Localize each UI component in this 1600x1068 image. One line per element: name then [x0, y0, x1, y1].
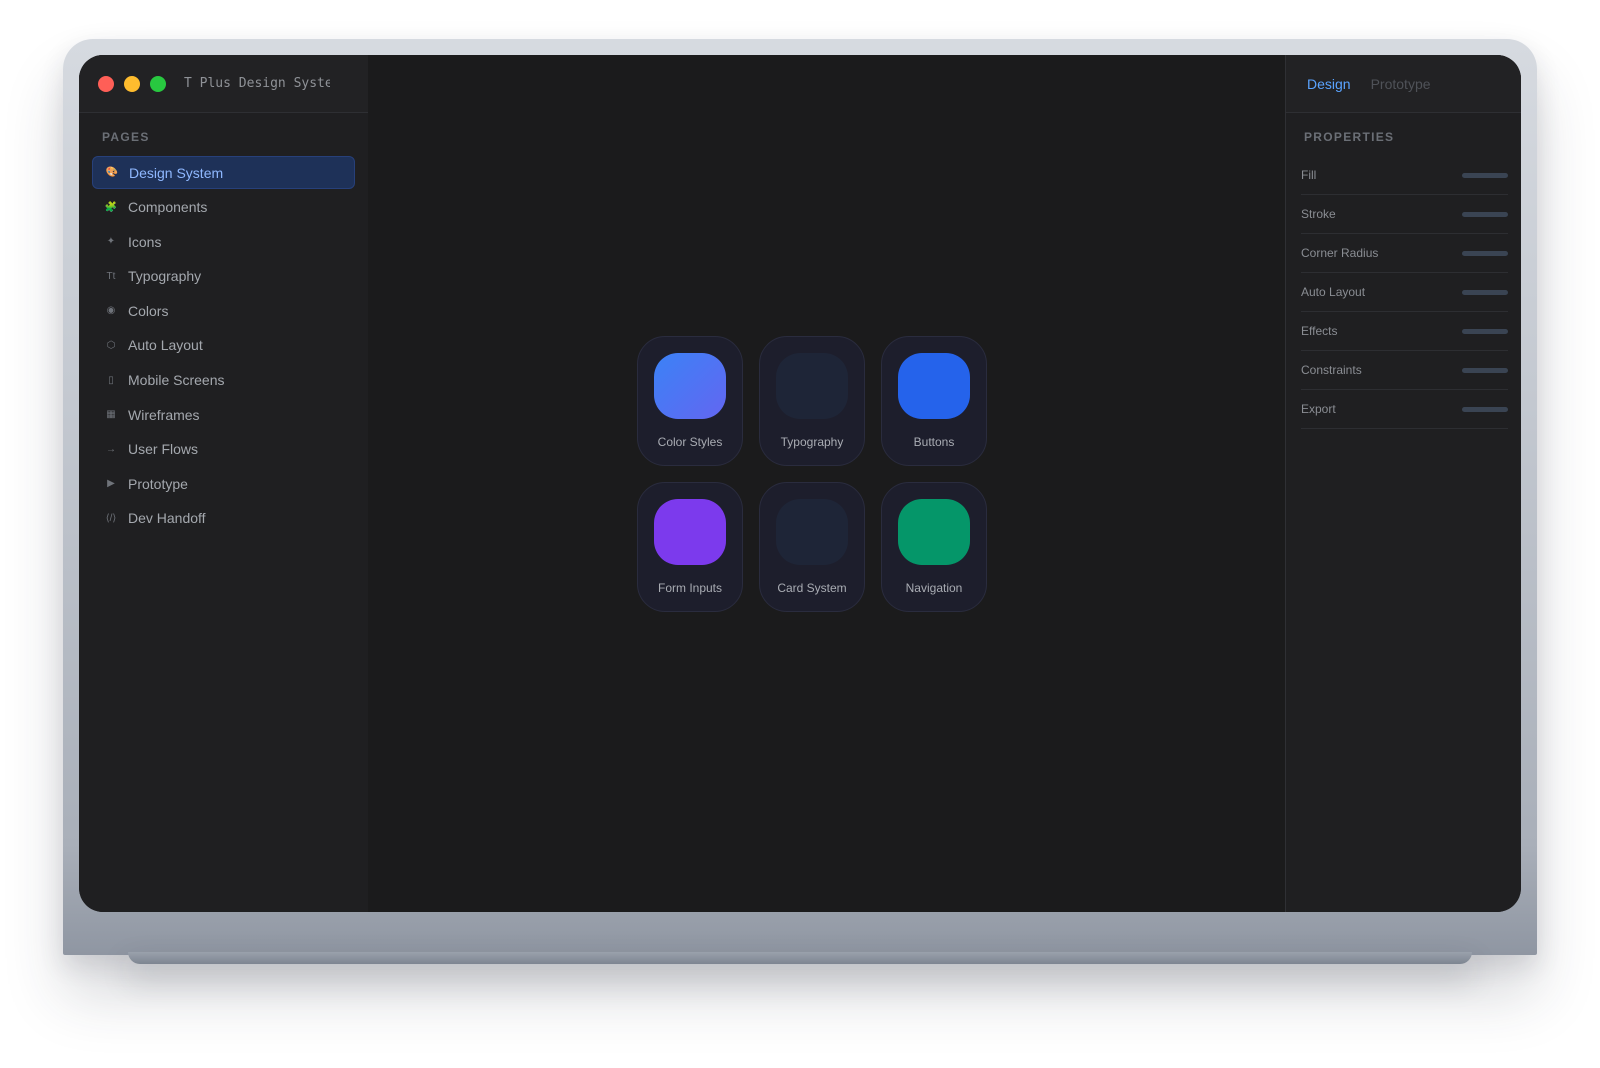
pages-list: 🎨 Design System 🧩 Components ✦ Icons Tt Typogra… — [79, 156, 368, 535]
sidebar-item-wireframes[interactable]: ▦ Wireframes — [92, 398, 355, 431]
panel-tabs: Design Prototype — [1286, 55, 1521, 113]
left-sidebar: T Plus Design Syste PAGES 🎨 Design System… — [79, 55, 369, 912]
sidebar-item-label: Mobile Screens — [128, 372, 225, 389]
close-button[interactable] — [98, 75, 114, 92]
property-row-auto-layout[interactable]: Auto Layout — [1301, 273, 1508, 312]
laptop-base — [128, 952, 1472, 964]
property-row-effects[interactable]: Effects — [1301, 312, 1508, 351]
code-icon: ⟨/⟩ — [105, 512, 117, 524]
sidebar-item-label: Auto Layout — [128, 337, 203, 354]
buttons-swatch-icon — [898, 353, 970, 419]
tile-buttons[interactable]: Buttons — [881, 336, 987, 466]
sidebar-item-label: Colors — [128, 302, 169, 319]
sidebar-item-label: Dev Handoff — [128, 510, 206, 527]
puzzle-icon: 🧩 — [104, 201, 118, 213]
tile-label: Color Styles — [657, 435, 723, 449]
minimize-button[interactable] — [124, 75, 140, 92]
sidebar-item-prototype[interactable]: ▶ Prototype — [92, 467, 355, 500]
property-label: Stroke — [1301, 207, 1336, 221]
sidebar-item-label: Typography — [128, 268, 202, 285]
mobile-icon: ▯ — [108, 374, 114, 386]
circle-icon: ◉ — [106, 305, 116, 317]
sidebar-item-mobile-screens[interactable]: ▯ Mobile Screens — [92, 364, 355, 397]
sidebar-item-label: Prototype — [128, 475, 188, 492]
card-system-swatch-icon — [776, 499, 848, 565]
title-bar: T Plus Design Syste — [79, 55, 368, 113]
property-row-export[interactable]: Export — [1301, 390, 1508, 429]
typography-swatch-icon — [776, 353, 848, 419]
sidebar-item-auto-layout[interactable]: ⬡ Auto Layout — [92, 329, 355, 362]
sidebar-item-icons[interactable]: ✦ Icons — [92, 225, 355, 258]
navigation-swatch-icon — [898, 499, 970, 565]
property-label: Corner Radius — [1301, 246, 1379, 260]
tile-label: Typography — [780, 435, 844, 449]
property-label: Fill — [1301, 168, 1317, 182]
tile-label: Buttons — [913, 435, 955, 449]
properties-panel: Design Prototype PROPERTIES Fill Stroke Cor… — [1285, 55, 1521, 912]
maximize-button[interactable] — [150, 75, 166, 92]
property-value-placeholder — [1462, 406, 1508, 412]
property-row-corner-radius[interactable]: Corner Radius — [1301, 234, 1508, 273]
palette-icon: 🎨 — [105, 167, 119, 178]
sidebar-item-user-flows[interactable]: → User Flows — [92, 433, 355, 466]
property-label: Constraints — [1301, 363, 1362, 377]
property-row-constraints[interactable]: Constraints — [1301, 351, 1508, 390]
property-label: Auto Layout — [1301, 285, 1366, 299]
app-window: T Plus Design Syste PAGES 🎨 Design System… — [79, 55, 1521, 912]
property-value-placeholder — [1462, 211, 1508, 217]
property-value-placeholder — [1462, 172, 1508, 178]
type-icon: Tt — [106, 270, 116, 282]
pages-section-label: PAGES — [102, 130, 150, 144]
property-value-placeholder — [1462, 289, 1508, 295]
tile-label: Navigation — [905, 581, 963, 595]
tile-label: Form Inputs — [657, 581, 723, 595]
property-row-fill[interactable]: Fill — [1301, 156, 1508, 195]
component-tile-grid: Color Styles Typography Buttons Form Inputs… — [637, 336, 993, 612]
property-label: Export — [1301, 402, 1336, 416]
form-inputs-swatch-icon — [654, 499, 726, 565]
sidebar-item-label: Wireframes — [128, 406, 200, 423]
arrow-icon: → — [106, 443, 116, 455]
color-styles-swatch-icon — [654, 353, 726, 419]
canvas[interactable]: Color Styles Typography Buttons Form Inputs… — [368, 55, 1263, 912]
sidebar-item-dev-handoff[interactable]: ⟨/⟩ Dev Handoff — [92, 502, 355, 535]
sidebar-item-colors[interactable]: ◉ Colors — [92, 294, 355, 327]
tile-card-system[interactable]: Card System — [759, 482, 865, 612]
property-value-placeholder — [1462, 250, 1508, 256]
property-label: Effects — [1301, 324, 1338, 338]
tile-color-styles[interactable]: Color Styles — [637, 336, 743, 466]
property-row-stroke[interactable]: Stroke — [1301, 195, 1508, 234]
tab-prototype[interactable]: Prototype — [1371, 76, 1431, 92]
properties-section-label: PROPERTIES — [1304, 130, 1395, 144]
property-value-placeholder — [1462, 328, 1508, 334]
grid-icon: ▦ — [106, 409, 116, 421]
hexagon-icon: ⬡ — [106, 339, 116, 351]
sidebar-item-label: Design System — [129, 164, 224, 181]
play-icon: ▶ — [107, 478, 115, 490]
sidebar-item-design-system[interactable]: 🎨 Design System — [92, 156, 355, 189]
sidebar-item-typography[interactable]: Tt Typography — [92, 260, 355, 293]
sidebar-item-label: User Flows — [128, 441, 199, 458]
tile-form-inputs[interactable]: Form Inputs — [637, 482, 743, 612]
properties-list: Fill Stroke Corner Radius Auto Layout Effect… — [1286, 156, 1521, 429]
sidebar-item-label: Icons — [128, 233, 162, 250]
sidebar-item-components[interactable]: 🧩 Components — [92, 191, 355, 224]
tile-navigation[interactable]: Navigation — [881, 482, 987, 612]
tile-typography[interactable]: Typography — [759, 336, 865, 466]
tab-design[interactable]: Design — [1307, 76, 1351, 92]
sparkle-icon: ✦ — [106, 236, 116, 248]
document-title: T Plus Design Syste — [184, 76, 330, 91]
sidebar-item-label: Components — [128, 199, 208, 216]
tile-label: Card System — [777, 581, 847, 595]
property-value-placeholder — [1462, 367, 1508, 373]
